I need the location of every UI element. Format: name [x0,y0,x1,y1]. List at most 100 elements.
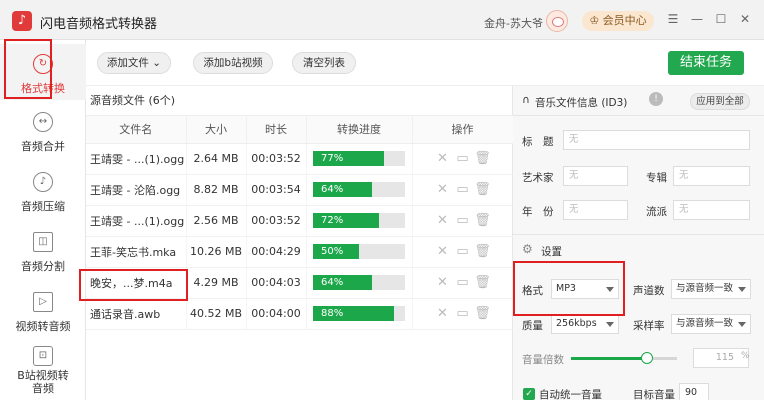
file-name: 王靖雯 - ...(1).ogg [86,143,187,175]
column-header-duration[interactable]: 时长 [246,116,307,144]
cancel-icon[interactable]: ✕ [433,151,453,166]
sidebar-item-video-to-audio[interactable]: ▷ 视频转音频 [0,288,86,342]
table-row[interactable]: 王靖雯 - 沦陷.ogg 8.82 MB 00:03:54 64% ✕ ▭ 🗑 [86,174,514,206]
file-duration: 00:04:00 [246,298,307,330]
folder-icon[interactable]: ▭ [453,306,473,321]
channel-label: 声道数 [633,285,665,297]
trash-icon[interactable]: 🗑 [473,306,493,321]
sidebar-item-label: 视频转音频 [15,320,71,333]
actions-cell: ✕ ▭ 🗑 [412,236,514,268]
file-size: 4.29 MB [186,267,247,299]
trash-icon[interactable]: 🗑 [473,275,493,290]
maximize-icon[interactable]: ☐ [714,12,728,26]
target-volume-input[interactable]: 90 [679,383,709,400]
table-row[interactable]: 王菲-笑忘书.mka 10.26 MB 00:04:29 50% ✕ ▭ 🗑 [86,236,514,268]
divider [513,234,764,235]
trash-icon[interactable]: 🗑 [473,151,493,166]
highlight-box-format [513,261,625,316]
menu-icon[interactable]: ☰ [666,12,680,26]
sidebar-item-split[interactable]: ◫ 音频分割 [0,228,86,282]
add-bilibili-button[interactable]: 添加b站视频 [193,52,273,74]
app-logo-icon: ♪ [12,11,32,31]
samplerate-select[interactable]: 与源音频一致 [671,314,751,334]
clear-list-button[interactable]: 清空列表 [292,52,356,74]
column-header-size[interactable]: 大小 [186,116,247,144]
settings-title: 设置 [541,246,562,258]
bilibili-icon: ⊡ [33,346,53,366]
vip-center-label: 会员中心 [602,14,647,27]
vip-center-button[interactable]: ♔ 会员中心 [582,11,654,31]
progress-cell: 72% [306,205,413,237]
progress-text: 64% [321,184,344,195]
user-name[interactable]: 金舟-苏大爷 [484,15,543,31]
quality-label: 质量 [522,320,543,332]
progress-cell: 64% [306,174,413,206]
close-icon[interactable]: ✕ [738,12,752,26]
file-name: 通话录音.awb [86,298,187,330]
sidebar-item-compress[interactable]: ♪ 音频压缩 [0,168,86,222]
folder-icon[interactable]: ▭ [453,182,473,197]
table-row[interactable]: 王靖雯 - ...(1).ogg 2.64 MB 00:03:52 77% ✕ ▭ 🗑 [86,143,514,175]
title-input[interactable]: 无 [563,130,750,150]
target-volume-label: 目标音量 [633,389,675,400]
artist-label: 艺术家 [522,172,554,184]
id3-header: ∩ 音乐文件信息 (ID3) ! 应用到全部 [513,86,764,116]
title-label: 标 题 [522,136,554,148]
table-row[interactable]: 王靖雯 - ...(1).ogg 2.56 MB 00:03:52 72% ✕ ▭ 🗑 [86,205,514,237]
video-to-audio-icon: ▷ [33,292,53,312]
cancel-icon[interactable]: ✕ [433,306,453,321]
progress-cell: 77% [306,143,413,175]
folder-icon[interactable]: ▭ [453,151,473,166]
highlight-box-file-row [79,269,188,301]
volume-slider[interactable] [571,352,677,364]
actions-cell: ✕ ▭ 🗑 [412,174,514,206]
file-duration: 00:04:03 [246,267,307,299]
file-list-title: 源音频文件 (6个) [86,86,513,116]
apply-all-button[interactable]: 应用到全部 [690,93,750,110]
actions-cell: ✕ ▭ 🗑 [412,143,514,175]
cancel-icon[interactable]: ✕ [433,213,453,228]
add-file-button[interactable]: 添加文件 ⌄ [97,52,171,74]
sidebar-item-bilibili[interactable]: ⊡ B站视频转音频 [0,344,86,400]
chevron-down-icon [738,322,746,327]
artist-input[interactable]: 无 [563,166,628,186]
quality-select[interactable]: 256kbps [551,314,619,334]
folder-icon[interactable]: ▭ [453,275,473,290]
progress-text: 77% [321,153,344,164]
info-icon[interactable]: ! [649,92,663,106]
progress-text: 50% [321,246,344,257]
folder-icon[interactable]: ▭ [453,244,473,259]
album-label: 专辑 [646,172,667,184]
avatar[interactable] [546,10,568,32]
channel-select[interactable]: 与源音频一致 [671,279,751,299]
app-title: 闪电音频格式转换器 [40,17,158,32]
chevron-down-icon [738,287,746,292]
album-input[interactable]: 无 [673,166,750,186]
auto-volume-checkbox[interactable]: ✓ [523,388,535,400]
minimize-icon[interactable]: — [690,12,704,26]
column-header-filename[interactable]: 文件名 [86,116,187,144]
volume-slider-handle[interactable] [641,352,654,364]
trash-icon[interactable]: 🗑 [473,244,493,259]
finish-task-button[interactable]: 结束任务 [668,51,744,75]
compress-icon: ♪ [33,172,53,192]
genre-input[interactable]: 无 [673,200,750,220]
channel-value: 与源音频一致 [676,283,734,294]
year-input[interactable]: 无 [563,200,628,220]
volume-unit: % [741,351,750,361]
column-header-progress[interactable]: 转换进度 [306,116,413,144]
cancel-icon[interactable]: ✕ [433,275,453,290]
file-size: 2.56 MB [186,205,247,237]
table-row[interactable]: 通话录音.awb 40.52 MB 00:04:00 88% ✕ ▭ 🗑 [86,298,514,330]
file-list-panel: 源音频文件 (6个) 文件名 大小 时长 转换进度 操作 王靖雯 - ...(1… [86,86,514,400]
file-duration: 00:03:52 [246,143,307,175]
trash-icon[interactable]: 🗑 [473,182,493,197]
folder-icon[interactable]: ▭ [453,213,473,228]
sidebar-item-merge[interactable]: ↔ 音频合并 [0,108,86,162]
trash-icon[interactable]: 🗑 [473,213,493,228]
cancel-icon[interactable]: ✕ [433,244,453,259]
toolbar: 添加文件 ⌄ 添加b站视频 清空列表 结束任务 [86,40,764,86]
progress-text: 88% [321,308,344,319]
cancel-icon[interactable]: ✕ [433,182,453,197]
column-header-actions: 操作 [412,116,514,144]
